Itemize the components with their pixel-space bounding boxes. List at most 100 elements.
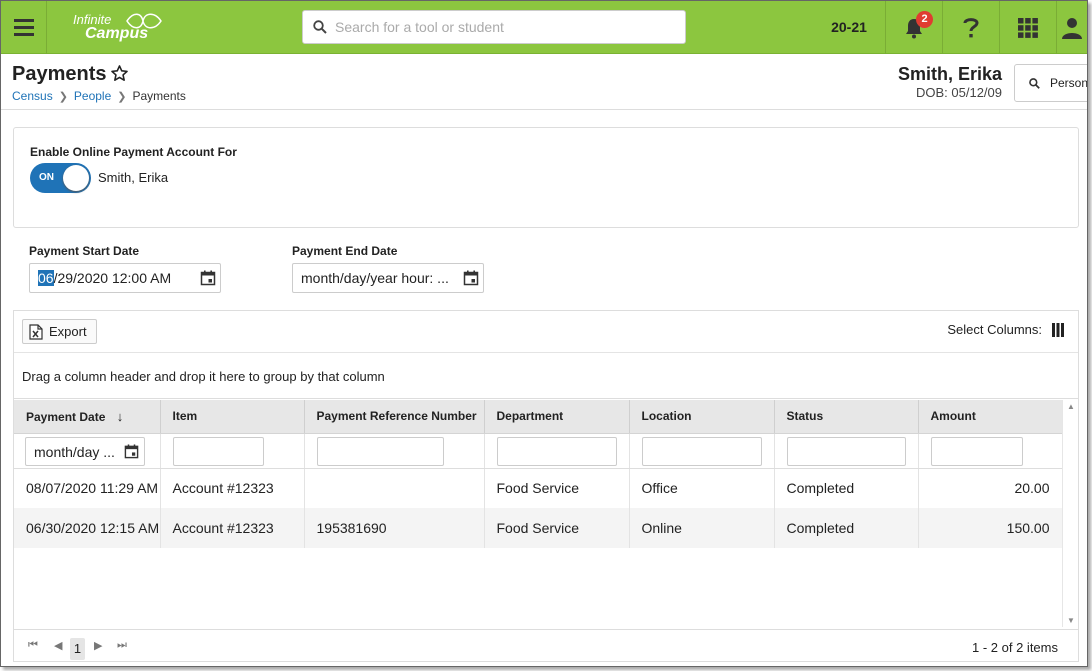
favorite-star-icon[interactable] <box>110 64 129 83</box>
vertical-scrollbar[interactable]: ▲ ▼ <box>1062 400 1078 627</box>
person-search-button[interactable]: Person <box>1014 64 1088 102</box>
amount-filter[interactable] <box>930 437 1023 466</box>
person-button-label: Person <box>1050 76 1088 90</box>
online-payment-toggle[interactable]: ON <box>30 163 91 193</box>
menu-icon[interactable] <box>1 1 47 54</box>
cell-amount: 150.00 <box>918 508 1063 548</box>
current-page[interactable]: 1 <box>70 638 85 660</box>
group-by-drop-zone[interactable]: Drag a column header and drop it here to… <box>14 353 1078 399</box>
online-payment-label: Enable Online Payment Account For <box>30 145 237 159</box>
notifications-button[interactable]: 2 <box>885 1 942 54</box>
column-header-department[interactable]: Department <box>484 400 630 434</box>
select-columns-label: Select Columns: <box>947 322 1042 337</box>
column-header-amount[interactable]: Amount <box>918 400 1063 434</box>
online-payment-person: Smith, Erika <box>98 170 169 185</box>
cell-date: 08/07/2020 11:29 AM <box>14 468 161 508</box>
table-header-row: Payment Date ↓ Item Payment Reference Nu… <box>14 400 1063 434</box>
chevron-right-icon: ❯ <box>58 90 68 103</box>
payments-grid: Export Select Columns: Drag a column hea… <box>13 310 1079 662</box>
calendar-icon[interactable] <box>124 444 139 459</box>
chevron-right-icon: ❯ <box>117 90 127 103</box>
column-header-location[interactable]: Location <box>629 400 775 434</box>
user-account-button[interactable] <box>1056 1 1087 54</box>
person-dob: DOB: 05/12/09 <box>916 85 1002 100</box>
export-label: Export <box>49 324 87 339</box>
global-search[interactable] <box>302 10 686 44</box>
column-header-label: Payment Date <box>26 409 106 424</box>
scroll-down-icon[interactable]: ▼ <box>1067 616 1075 625</box>
user-icon <box>1062 17 1082 39</box>
calendar-icon[interactable] <box>463 270 479 286</box>
cell-item: Account #12323 <box>160 468 305 508</box>
school-year-selector[interactable]: 20-21 <box>813 1 885 54</box>
breadcrumb-current: Payments <box>132 89 186 103</box>
columns-icon[interactable] <box>1052 323 1064 337</box>
help-button[interactable] <box>942 1 999 54</box>
start-date-label: Payment Start Date <box>29 244 140 258</box>
cell-amount: 20.00 <box>918 468 1063 508</box>
scroll-up-icon[interactable]: ▲ <box>1067 402 1075 411</box>
help-icon <box>963 17 979 37</box>
cell-reference: 195381690 <box>304 508 485 548</box>
toggle-knob <box>63 165 89 191</box>
column-header-item[interactable]: Item <box>160 400 305 434</box>
cell-department: Food Service <box>484 468 630 508</box>
sort-descending-icon: ↓ <box>116 408 124 424</box>
cell-location: Office <box>629 468 775 508</box>
item-filter[interactable] <box>172 437 264 466</box>
toggle-state: ON <box>39 172 54 183</box>
column-header-payment-date[interactable]: Payment Date ↓ <box>14 400 161 434</box>
payment-date-filter-value: month/day ... <box>34 444 115 460</box>
previous-page-icon[interactable]: ◀ <box>54 639 62 652</box>
breadcrumb-census[interactable]: Census <box>12 89 53 103</box>
start-date-field[interactable]: 06/29/2020 12:00 AM <box>29 263 221 293</box>
top-bar: Infinite Campus 20-21 2 <box>1 1 1087 54</box>
column-header-status[interactable]: Status <box>774 400 919 434</box>
breadcrumb-people[interactable]: People <box>74 89 111 103</box>
online-payment-panel: Enable Online Payment Account For ON Smi… <box>13 127 1079 228</box>
person-name: Smith, Erika <box>897 64 1002 84</box>
filter-row: month/day ... <box>14 433 1063 469</box>
search-icon <box>1029 77 1040 89</box>
breadcrumb: Census ❯ People ❯ Payments <box>12 89 186 103</box>
next-page-icon[interactable]: ▶ <box>94 639 102 652</box>
notification-badge: 2 <box>916 11 933 28</box>
header-divider <box>1 109 1087 110</box>
department-filter[interactable] <box>496 437 617 466</box>
start-date-selected-segment: 06 <box>38 270 54 286</box>
payment-date-filter[interactable]: month/day ... <box>25 437 145 466</box>
status-filter[interactable] <box>786 437 906 466</box>
cell-item: Account #12323 <box>160 508 305 548</box>
last-page-icon[interactable]: ⏭ <box>117 639 127 652</box>
cell-reference <box>304 468 485 508</box>
table-row[interactable]: 06/30/2020 12:15 AM Account #12323 19538… <box>14 508 1063 548</box>
cell-status: Completed <box>774 468 919 508</box>
cell-location: Online <box>629 508 775 548</box>
location-filter[interactable] <box>641 437 762 466</box>
cell-date: 06/30/2020 12:15 AM <box>14 508 161 548</box>
excel-file-icon <box>29 323 43 340</box>
export-button[interactable]: Export <box>22 319 97 344</box>
payments-table: Payment Date ↓ Item Payment Reference Nu… <box>14 400 1063 548</box>
grid-apps-icon <box>1018 17 1038 38</box>
search-icon <box>313 20 327 34</box>
end-date-label: Payment End Date <box>292 244 398 258</box>
calendar-icon[interactable] <box>200 270 216 286</box>
apps-button[interactable] <box>999 1 1056 54</box>
cell-status: Completed <box>774 508 919 548</box>
start-date-value: /29/2020 12:00 AM <box>53 270 172 286</box>
page-info: 1 - 2 of 2 items <box>972 640 1058 655</box>
infinite-campus-logo[interactable]: Infinite Campus <box>71 10 166 44</box>
pagination: ⏮ ◀ 1 ▶ ⏭ 1 - 2 of 2 items <box>14 629 1078 663</box>
column-header-reference[interactable]: Payment Reference Number <box>304 400 485 434</box>
end-date-field[interactable]: month/day/year hour: ... <box>292 263 484 293</box>
infinity-icon <box>126 13 162 29</box>
cell-department: Food Service <box>484 508 630 548</box>
search-input[interactable] <box>335 17 675 37</box>
page-title: Payments <box>12 63 107 85</box>
reference-filter[interactable] <box>316 437 444 466</box>
table-row[interactable]: 08/07/2020 11:29 AM Account #12323 Food … <box>14 468 1063 508</box>
end-date-value: month/day/year hour: ... <box>301 270 449 286</box>
first-page-icon[interactable]: ⏮ <box>28 639 38 652</box>
grid-toolbar: Export Select Columns: <box>14 311 1078 353</box>
